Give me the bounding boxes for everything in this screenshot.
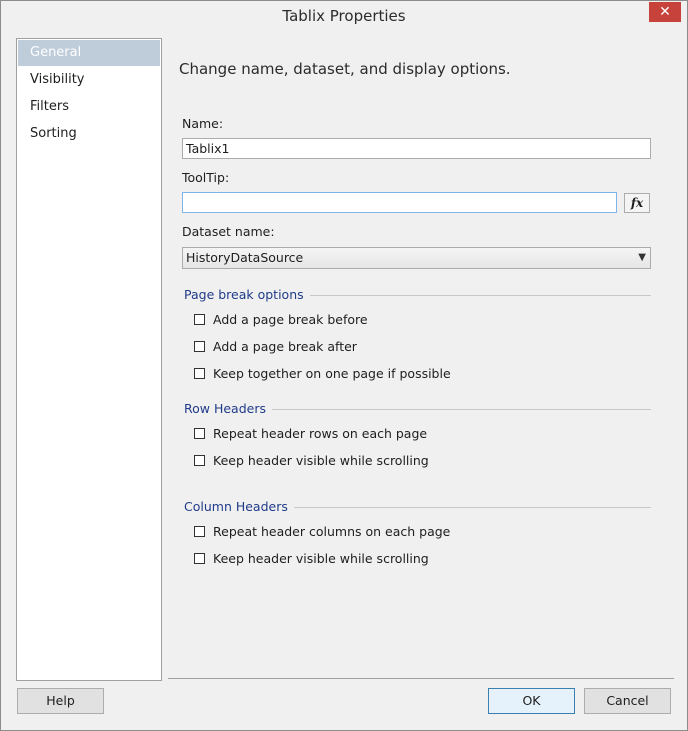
name-input[interactable]: Tablix1 [182, 138, 651, 159]
checkbox-box[interactable] [194, 525, 205, 537]
checkbox-box[interactable] [194, 340, 205, 352]
checkbox-label: Repeat header rows on each page [213, 425, 428, 441]
repeat-header-columns-checkbox[interactable]: Repeat header columns on each page [194, 523, 450, 539]
row-header-visible-checkbox[interactable]: Keep header visible while scrolling [194, 452, 429, 468]
nav-item-general[interactable]: General [18, 40, 160, 66]
page-break-title: Page break options [184, 287, 310, 302]
checkbox-label: Keep header visible while scrolling [213, 550, 429, 566]
cancel-button[interactable]: Cancel [584, 688, 671, 714]
close-icon: ✕ [659, 4, 671, 20]
chevron-down-icon: ▼ [638, 252, 646, 263]
dataset-select[interactable]: HistoryDataSource ▼ [182, 247, 651, 269]
tooltip-input[interactable] [182, 192, 617, 213]
checkbox-box[interactable] [194, 427, 205, 439]
dataset-select-value: HistoryDataSource [186, 250, 304, 265]
checkbox-box[interactable] [194, 552, 205, 564]
category-nav: General Visibility Filters Sorting [16, 38, 162, 681]
nav-item-visibility[interactable]: Visibility [18, 67, 160, 93]
nav-item-filters[interactable]: Filters [18, 94, 160, 120]
dataset-label: Dataset name: [182, 224, 275, 239]
expression-button[interactable]: fx [624, 193, 650, 213]
checkbox-box[interactable] [194, 367, 205, 379]
footer-separator [168, 678, 674, 679]
checkbox-label: Keep together on one page if possible [213, 365, 451, 381]
column-header-visible-checkbox[interactable]: Keep header visible while scrolling [194, 550, 429, 566]
add-page-break-after-checkbox[interactable]: Add a page break after [194, 338, 357, 354]
repeat-header-rows-checkbox[interactable]: Repeat header rows on each page [194, 425, 427, 441]
help-button[interactable]: Help [17, 688, 104, 714]
page-heading: Change name, dataset, and display option… [179, 60, 511, 78]
row-headers-title: Row Headers [184, 401, 272, 416]
checkbox-label: Keep header visible while scrolling [213, 452, 429, 468]
checkbox-label: Add a page break before [213, 311, 368, 327]
window-title: Tablix Properties [282, 7, 406, 25]
checkbox-box[interactable] [194, 313, 205, 325]
name-label: Name: [182, 116, 224, 131]
keep-together-checkbox[interactable]: Keep together on one page if possible [194, 365, 451, 381]
checkbox-box[interactable] [194, 454, 205, 466]
close-button[interactable]: ✕ [649, 2, 681, 22]
title-bar[interactable]: Tablix Properties ✕ [1, 1, 687, 31]
add-page-break-before-checkbox[interactable]: Add a page break before [194, 311, 368, 327]
fx-icon: fx [630, 196, 644, 210]
column-headers-title: Column Headers [184, 499, 294, 514]
tooltip-label: ToolTip: [182, 170, 230, 185]
nav-item-sorting[interactable]: Sorting [18, 121, 160, 147]
checkbox-label: Add a page break after [213, 338, 357, 354]
checkbox-label: Repeat header columns on each page [213, 523, 451, 539]
ok-button[interactable]: OK [488, 688, 575, 714]
